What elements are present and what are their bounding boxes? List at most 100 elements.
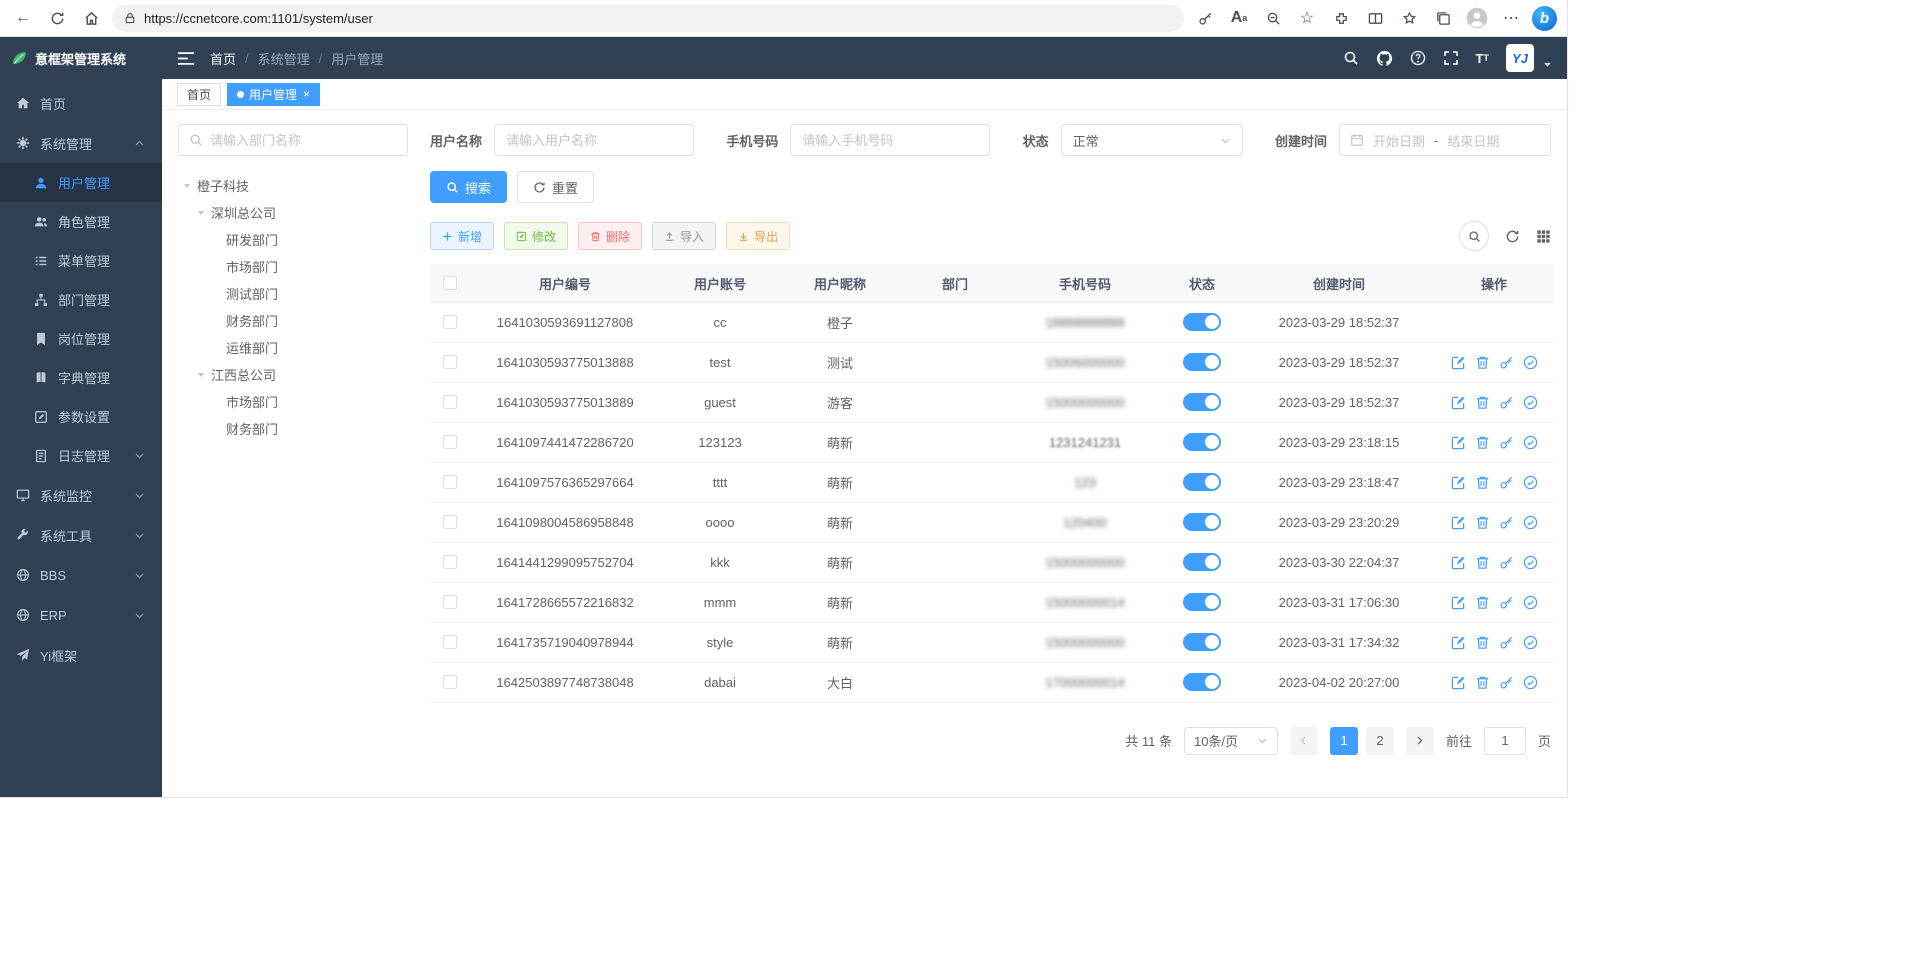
tab-close-icon[interactable]: × (303, 87, 310, 101)
extensions-icon[interactable] (1328, 5, 1354, 31)
status-toggle[interactable] (1183, 553, 1221, 571)
sidebar-item-dept-management[interactable]: 部门管理 (0, 280, 162, 319)
add-button[interactable]: 新增 (430, 222, 494, 250)
github-button[interactable] (1376, 50, 1393, 67)
site-lock-icon[interactable] (124, 12, 136, 24)
delete-row-button[interactable] (1475, 515, 1490, 530)
modify-button[interactable]: 修改 (504, 222, 568, 250)
tree-node[interactable]: 江西总公司 (178, 361, 408, 388)
sidebar-item-menu-management[interactable]: 菜单管理 (0, 241, 162, 280)
row-checkbox[interactable] (443, 635, 457, 649)
breadcrumb-item[interactable]: 系统管理 (258, 49, 310, 68)
assign-role-button[interactable] (1523, 595, 1538, 610)
row-checkbox[interactable] (443, 395, 457, 409)
fullscreen-button[interactable] (1443, 50, 1459, 66)
reset-password-button[interactable] (1499, 555, 1514, 570)
department-search-input[interactable] (210, 133, 397, 148)
sidebar-item-user-management[interactable]: 用户管理 (0, 163, 162, 202)
breadcrumb-item[interactable]: 用户管理 (331, 49, 383, 68)
column-settings-button[interactable] (1536, 229, 1551, 244)
sidebar-collapse-button[interactable] (177, 51, 195, 66)
tree-node[interactable]: 运维部门 (178, 334, 408, 361)
assign-role-button[interactable] (1523, 635, 1538, 650)
status-toggle[interactable] (1183, 353, 1221, 371)
collections-icon[interactable] (1430, 5, 1456, 31)
assign-role-button[interactable] (1523, 515, 1538, 530)
assign-role-button[interactable] (1523, 555, 1538, 570)
status-toggle[interactable] (1183, 673, 1221, 691)
goto-page-input[interactable] (1484, 727, 1526, 755)
tree-node[interactable]: 研发部门 (178, 226, 408, 253)
tree-node[interactable]: 深圳总公司 (178, 199, 408, 226)
delete-button[interactable]: 删除 (578, 222, 642, 250)
page-button-1[interactable]: 1 (1330, 727, 1358, 755)
department-search-box[interactable] (178, 124, 408, 156)
avatar-caret-icon[interactable] (1543, 57, 1552, 72)
user-avatar[interactable]: YJ (1506, 44, 1534, 72)
row-checkbox[interactable] (443, 555, 457, 569)
reset-password-button[interactable] (1499, 475, 1514, 490)
back-button[interactable]: ← (10, 5, 36, 31)
reset-password-button[interactable] (1499, 635, 1514, 650)
assign-role-button[interactable] (1523, 355, 1538, 370)
browser-home-button[interactable] (78, 5, 104, 31)
delete-row-button[interactable] (1475, 435, 1490, 450)
sidebar-item-erp[interactable]: ERP (0, 595, 162, 635)
edit-row-button[interactable] (1451, 355, 1466, 370)
delete-row-button[interactable] (1475, 555, 1490, 570)
delete-row-button[interactable] (1475, 595, 1490, 610)
status-toggle[interactable] (1183, 473, 1221, 491)
refresh-table-button[interactable] (1505, 229, 1520, 244)
tree-node[interactable]: 市场部门 (178, 388, 408, 415)
address-bar[interactable]: https://ccnetcore.com:1101/system/user (112, 5, 1184, 32)
sidebar-item-yi-framework[interactable]: Yi框架 (0, 635, 162, 675)
browser-menu-icon[interactable]: ⋯ (1498, 5, 1524, 31)
row-checkbox[interactable] (443, 595, 457, 609)
status-select[interactable]: 正常 (1061, 124, 1243, 156)
status-toggle[interactable] (1183, 513, 1221, 531)
split-screen-icon[interactable] (1362, 5, 1388, 31)
status-toggle[interactable] (1183, 633, 1221, 651)
reset-password-button[interactable] (1499, 395, 1514, 410)
row-checkbox[interactable] (443, 475, 457, 489)
help-button[interactable] (1410, 50, 1426, 66)
sidebar-item-system-tools[interactable]: 系统工具 (0, 515, 162, 555)
status-toggle[interactable] (1183, 593, 1221, 611)
assign-role-button[interactable] (1523, 395, 1538, 410)
reset-password-button[interactable] (1499, 595, 1514, 610)
assign-role-button[interactable] (1523, 475, 1538, 490)
edit-row-button[interactable] (1451, 475, 1466, 490)
profile-avatar[interactable] (1464, 5, 1490, 31)
sidebar-item-param-settings[interactable]: 参数设置 (0, 397, 162, 436)
tree-node[interactable]: 财务部门 (178, 307, 408, 334)
delete-row-button[interactable] (1475, 355, 1490, 370)
edit-row-button[interactable] (1451, 555, 1466, 570)
reset-password-button[interactable] (1499, 515, 1514, 530)
row-checkbox[interactable] (443, 355, 457, 369)
reset-button[interactable]: 重置 (517, 171, 594, 203)
favorites-add-icon[interactable]: ☆ (1294, 5, 1320, 31)
username-input[interactable] (494, 124, 694, 156)
tree-node[interactable]: 财务部门 (178, 415, 408, 442)
copilot-bing-icon[interactable]: b (1532, 6, 1557, 31)
edit-row-button[interactable] (1451, 595, 1466, 610)
read-aloud-icon[interactable]: Aa (1226, 5, 1252, 31)
sidebar-item-post-management[interactable]: 岗位管理 (0, 319, 162, 358)
assign-role-button[interactable] (1523, 675, 1538, 690)
select-all-checkbox[interactable] (443, 276, 457, 290)
row-checkbox[interactable] (443, 515, 457, 529)
edit-row-button[interactable] (1451, 395, 1466, 410)
row-checkbox[interactable] (443, 435, 457, 449)
tab-home[interactable]: 首页 (177, 83, 221, 106)
reset-password-button[interactable] (1499, 435, 1514, 450)
delete-row-button[interactable] (1475, 475, 1490, 490)
sidebar-item-system-monitor[interactable]: 系统监控 (0, 475, 162, 515)
assign-role-button[interactable] (1523, 435, 1538, 450)
edit-row-button[interactable] (1451, 675, 1466, 690)
zoom-out-icon[interactable] (1260, 5, 1286, 31)
next-page-button[interactable] (1406, 727, 1434, 755)
delete-row-button[interactable] (1475, 675, 1490, 690)
row-checkbox[interactable] (443, 675, 457, 689)
phone-input[interactable] (790, 124, 990, 156)
sidebar-item-system-management[interactable]: 系统管理 (0, 123, 162, 163)
